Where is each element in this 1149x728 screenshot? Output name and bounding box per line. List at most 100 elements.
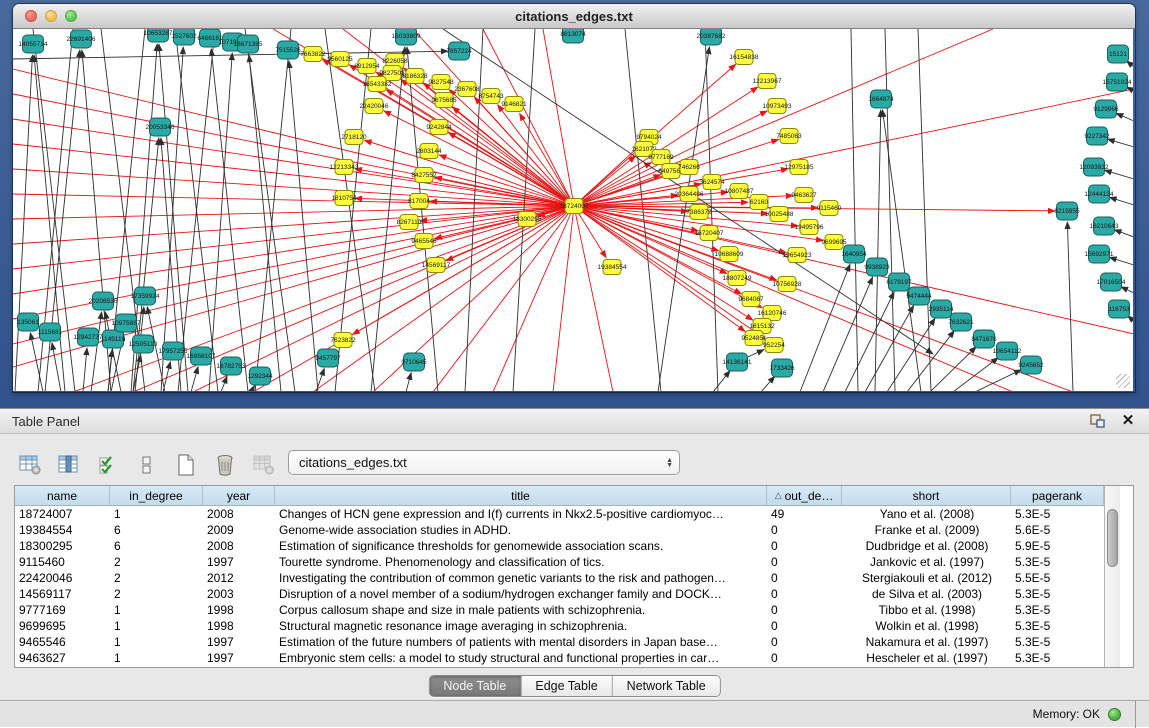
red-edge[interactable] [353, 206, 574, 334]
table-cell: 5.6E-5 [1011, 522, 1104, 538]
black-edge[interactable] [975, 370, 1021, 391]
black-edge[interactable] [1109, 257, 1133, 265]
red-edge[interactable] [355, 169, 574, 206]
black-edge[interactable] [1114, 230, 1133, 237]
black-edge[interactable] [406, 373, 411, 391]
black-edge[interactable] [52, 343, 61, 391]
red-edge[interactable] [13, 206, 574, 294]
black-edge[interactable] [255, 29, 291, 391]
red-edge[interactable] [493, 206, 574, 391]
new-column-icon[interactable] [172, 451, 200, 479]
black-edge[interactable] [1108, 139, 1133, 147]
citation-network-graph[interactable]: 1872400795601258912954822605898275031654… [13, 29, 1133, 391]
black-edge[interactable] [289, 61, 318, 391]
scrollbar-thumb[interactable] [1107, 509, 1118, 567]
column-header-out_de[interactable]: △out_de… [767, 486, 842, 505]
memory-status-icon[interactable] [1108, 708, 1121, 721]
black-edge[interactable] [15, 55, 32, 391]
column-header-pagerank[interactable]: pagerank [1011, 486, 1104, 505]
tab-network-table[interactable]: Network Table [613, 676, 720, 696]
black-edge[interactable] [845, 292, 894, 391]
network-window-titlebar[interactable]: citations_edges.txt [13, 4, 1135, 29]
tab-node-table[interactable]: Node Table [429, 676, 521, 696]
black-edge[interactable] [1116, 113, 1133, 121]
dropdown-stepper-icon: ▲▼ [666, 458, 673, 468]
tab-edge-table[interactable]: Edge Table [521, 676, 612, 696]
black-edge[interactable] [83, 348, 87, 391]
red-edge[interactable] [474, 97, 574, 206]
black-edge[interactable] [133, 355, 141, 391]
black-edge[interactable] [885, 29, 895, 391]
node-label: 10654112 [993, 348, 1022, 355]
black-edge[interactable] [713, 371, 730, 391]
canvas-resize-grip[interactable] [1116, 374, 1130, 388]
black-edge[interactable] [761, 376, 775, 391]
delete-table-icon[interactable] [250, 451, 278, 479]
black-edge[interactable] [1067, 222, 1073, 391]
black-edge[interactable] [209, 53, 232, 391]
red-edge[interactable] [313, 206, 574, 391]
rows-icon[interactable] [133, 451, 161, 479]
node-label: 1292344 [247, 373, 273, 380]
table-row[interactable]: 977716911998Corpus callosum shape and si… [15, 602, 1104, 618]
delete-columns-icon[interactable] [211, 451, 239, 479]
node-label: 16671385 [234, 41, 263, 48]
red-edge[interactable] [574, 206, 613, 391]
red-edge[interactable] [574, 206, 1013, 391]
table-row[interactable]: 911546021997Tourette syndrome. Phenomeno… [15, 554, 1104, 570]
black-edge[interactable] [245, 29, 295, 391]
black-edge[interactable] [800, 264, 850, 391]
black-edge[interactable] [191, 367, 198, 391]
black-edge[interactable] [865, 306, 914, 391]
close-panel-icon[interactable]: ✕ [1119, 413, 1137, 429]
table-row[interactable]: 1872400712008Changes of HCN gene express… [15, 506, 1104, 522]
red-edge[interactable] [364, 140, 574, 206]
table-row[interactable]: 946554611997Estimation of the future num… [15, 634, 1104, 650]
select-columns-icon[interactable] [55, 451, 83, 479]
node-label: 9675685 [431, 97, 457, 104]
black-edge[interactable] [211, 49, 248, 391]
table-row[interactable]: 1938455462009Genome-wide association stu… [15, 522, 1104, 538]
black-edge[interactable] [1109, 197, 1133, 205]
close-window-icon[interactable] [25, 10, 37, 22]
red-edge[interactable] [574, 29, 993, 206]
black-edge[interactable] [851, 29, 858, 391]
black-edge[interactable] [159, 44, 188, 391]
table-row[interactable]: 1830029562008Estimation of significance … [15, 538, 1104, 554]
minimize-window-icon[interactable] [45, 10, 57, 22]
column-header-name[interactable]: name [15, 486, 110, 505]
table-row[interactable]: 969969511998Structural magnetic resonanc… [15, 618, 1104, 634]
black-edge[interactable] [251, 386, 255, 391]
table-row[interactable]: 1456911722003Disruption of a novel membe… [15, 586, 1104, 602]
column-header-in_degree[interactable]: in_degree [110, 486, 203, 505]
table-row[interactable]: 946362711997Embryonic stem cells: a mode… [15, 650, 1104, 666]
red-edge[interactable] [498, 105, 574, 206]
red-edge[interactable] [574, 202, 748, 206]
black-edge[interactable] [875, 110, 881, 391]
black-edge[interactable] [221, 376, 227, 391]
black-edge[interactable] [823, 277, 873, 391]
column-header-title[interactable]: title [275, 486, 767, 505]
red-edge[interactable] [420, 206, 574, 221]
red-edge[interactable] [13, 119, 574, 206]
zoom-window-icon[interactable] [65, 10, 77, 22]
column-header-short[interactable]: short [842, 486, 1011, 505]
table-selector-dropdown[interactable]: citations_edges.txt ▲▼ [288, 450, 680, 475]
black-edge[interactable] [161, 47, 183, 391]
node-label: 18807249 [723, 275, 752, 282]
black-edge[interactable] [175, 29, 218, 391]
vertical-scrollbar[interactable] [1104, 486, 1120, 667]
black-edge[interactable] [1121, 287, 1133, 293]
red-edge[interactable] [553, 206, 574, 391]
red-edge[interactable] [384, 111, 574, 206]
table-settings-icon[interactable] [16, 451, 44, 479]
column-checklist-icon[interactable] [94, 451, 122, 479]
red-edge[interactable] [13, 206, 574, 219]
column-header-year[interactable]: year [203, 486, 275, 505]
float-panel-icon[interactable] [1089, 413, 1107, 429]
black-edge[interactable] [1105, 170, 1133, 179]
table-row[interactable]: 2242004622012Investigating the contribut… [15, 570, 1104, 586]
red-edge[interactable] [574, 206, 1133, 334]
network-canvas[interactable]: 1872400795601258912954822605898275031654… [13, 29, 1133, 391]
red-edge[interactable] [446, 206, 574, 261]
